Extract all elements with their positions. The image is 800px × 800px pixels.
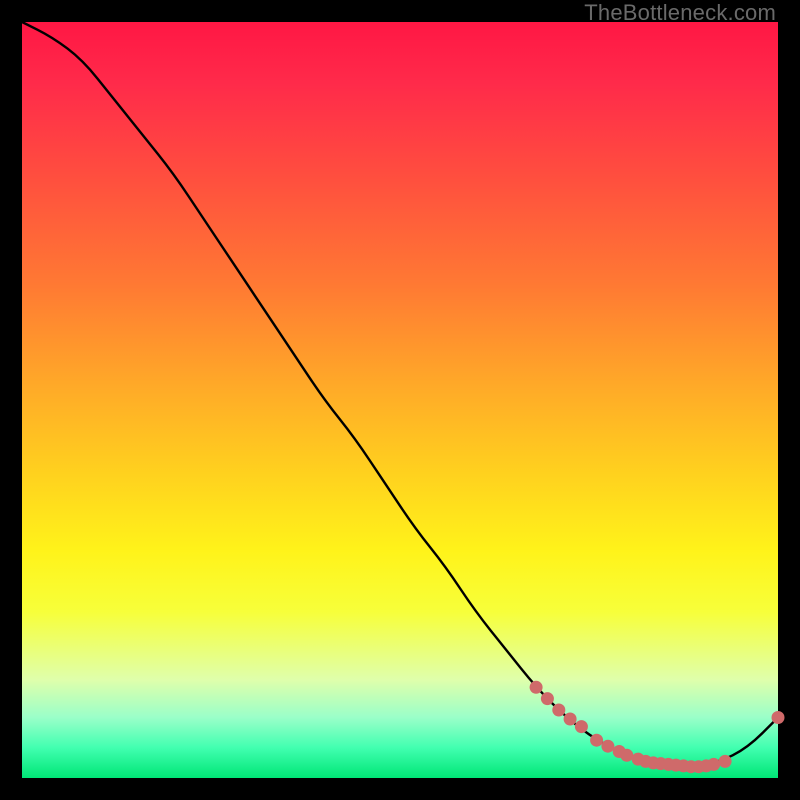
highlight-dot [707, 758, 720, 771]
bottleneck-curve [22, 22, 778, 766]
watermark-text: TheBottleneck.com [584, 0, 776, 26]
highlight-dot [590, 734, 603, 747]
chart-frame [22, 22, 778, 778]
highlight-dot [541, 692, 554, 705]
highlight-dot [564, 713, 577, 726]
highlight-dot [601, 740, 614, 753]
highlight-dot [575, 720, 588, 733]
highlight-dot [530, 681, 543, 694]
highlight-dot [620, 749, 633, 762]
highlight-dots-group [530, 681, 785, 773]
highlight-dot [552, 704, 565, 717]
highlight-dot [772, 711, 785, 724]
highlight-dot [719, 755, 732, 768]
chart-svg [22, 22, 778, 778]
